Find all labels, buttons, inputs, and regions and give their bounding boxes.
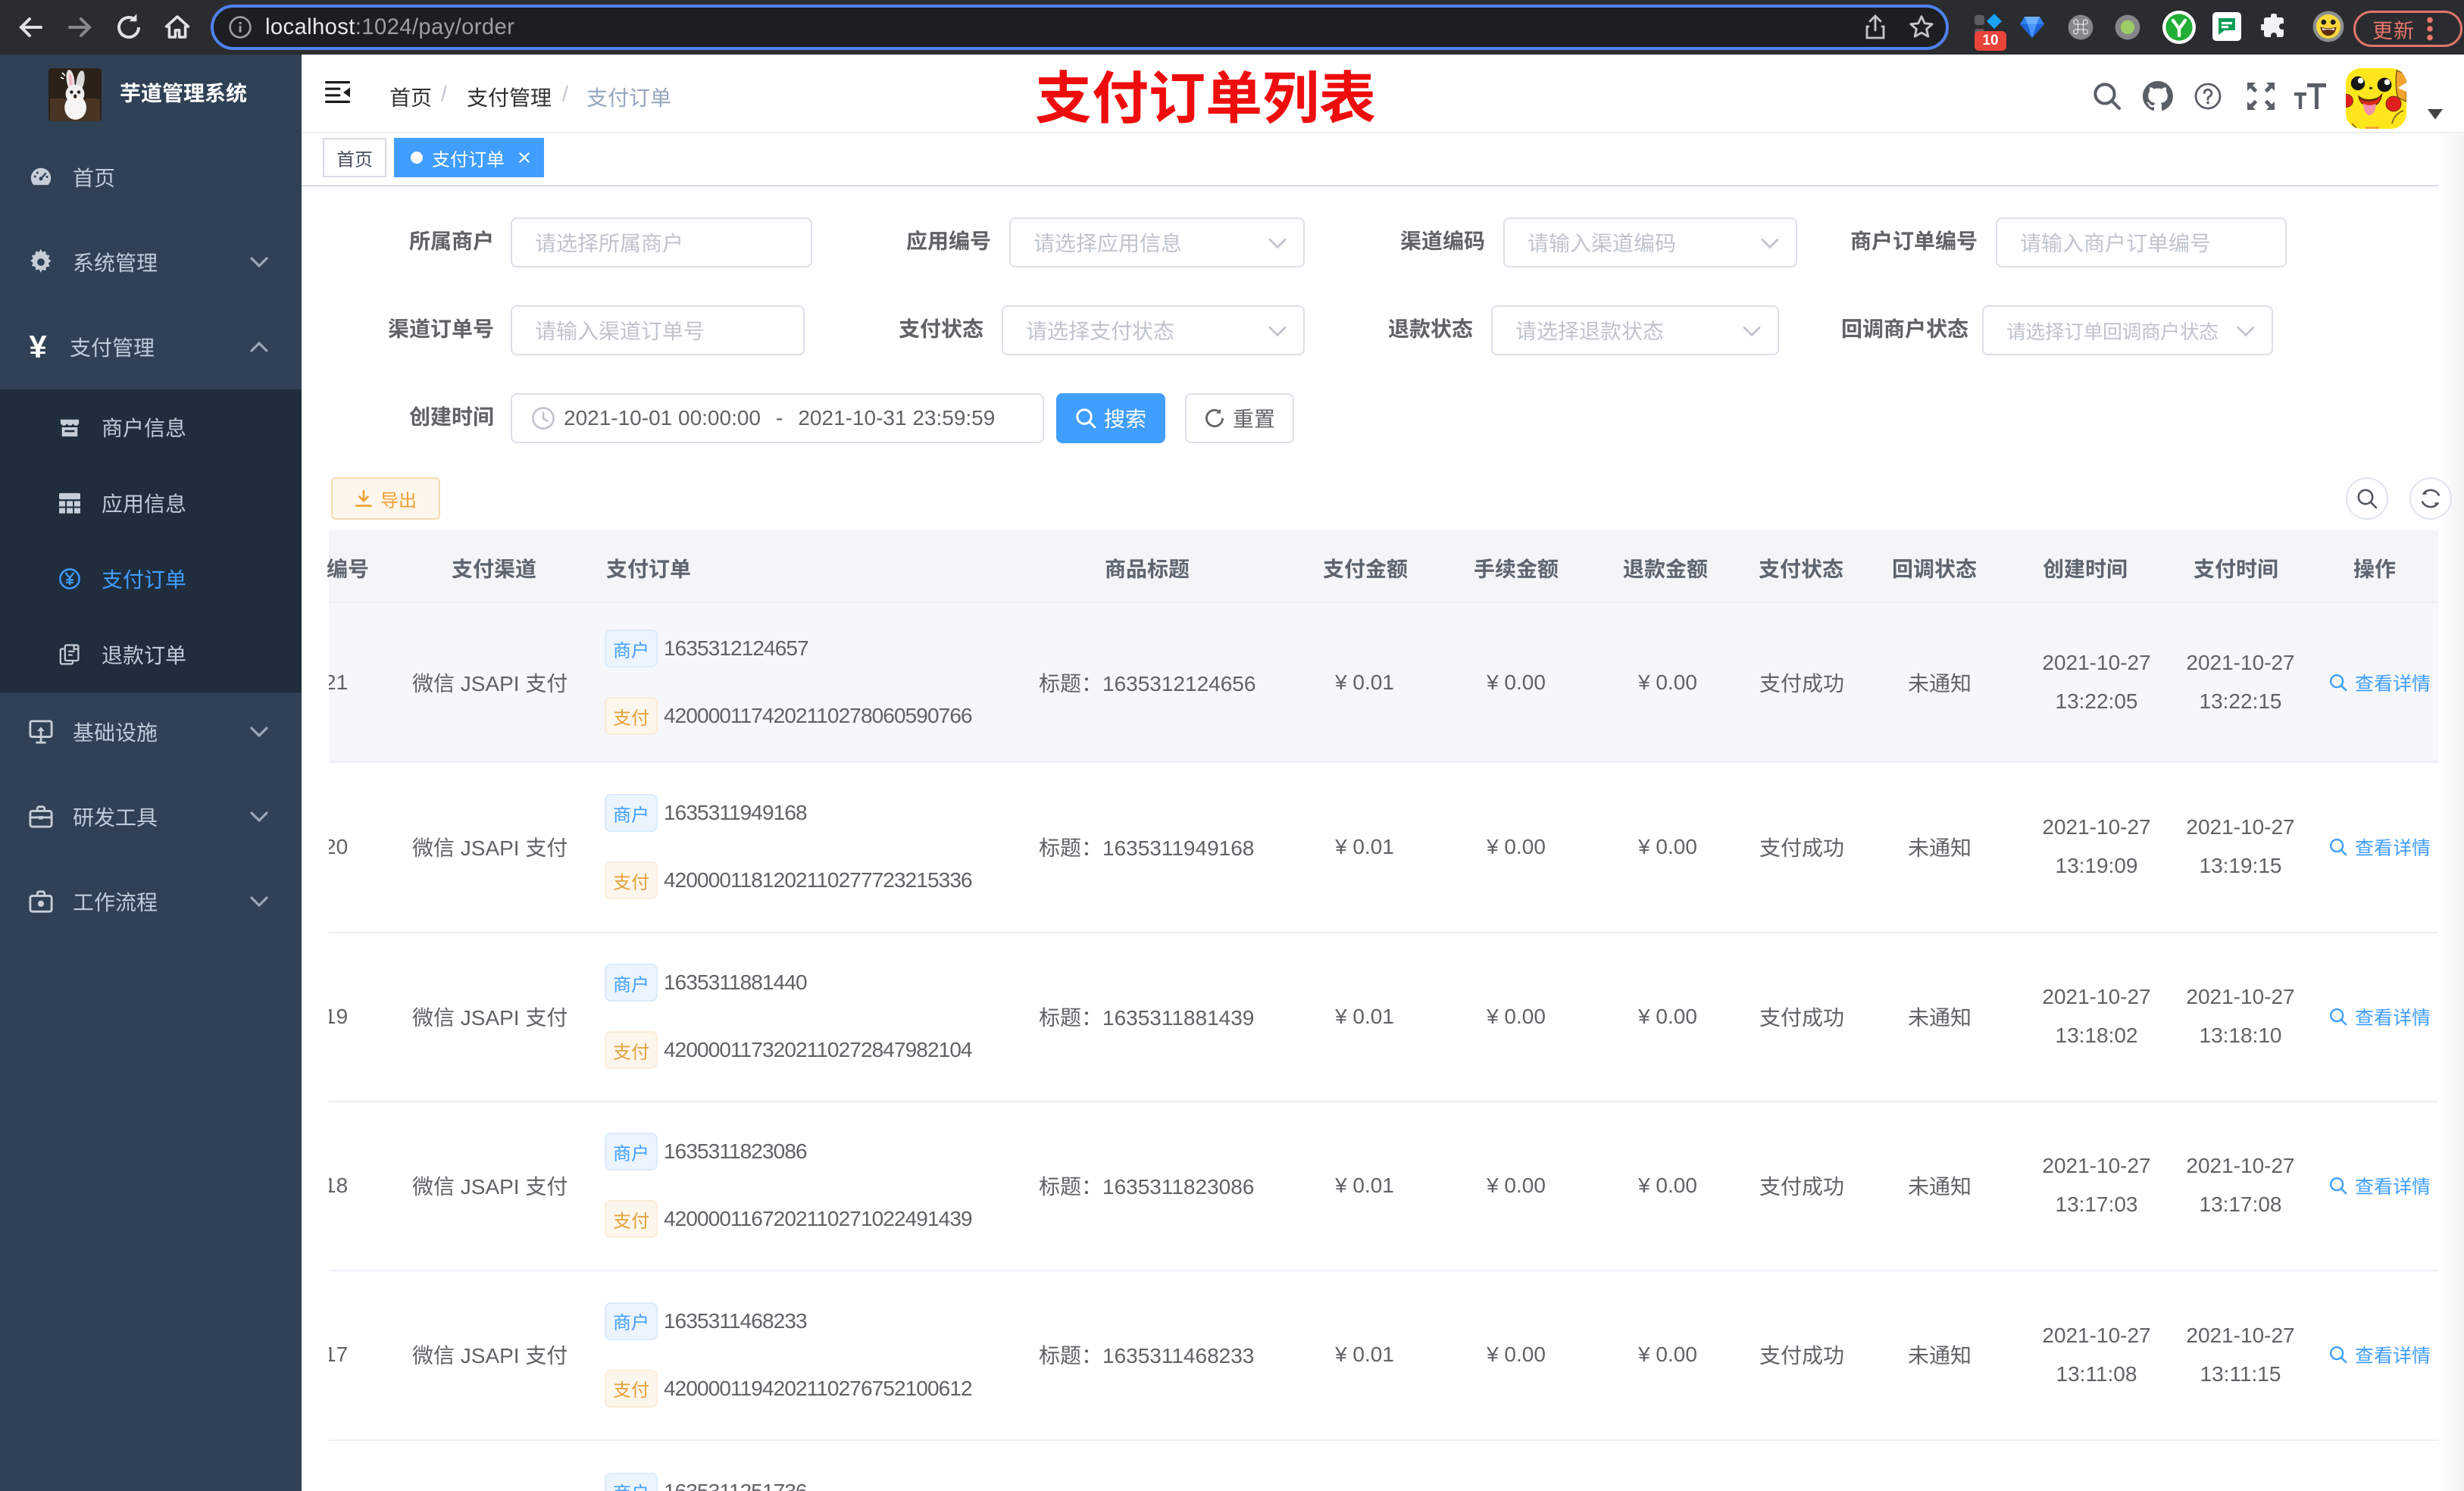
svg-text:⌘: ⌘ bbox=[2072, 18, 2089, 37]
